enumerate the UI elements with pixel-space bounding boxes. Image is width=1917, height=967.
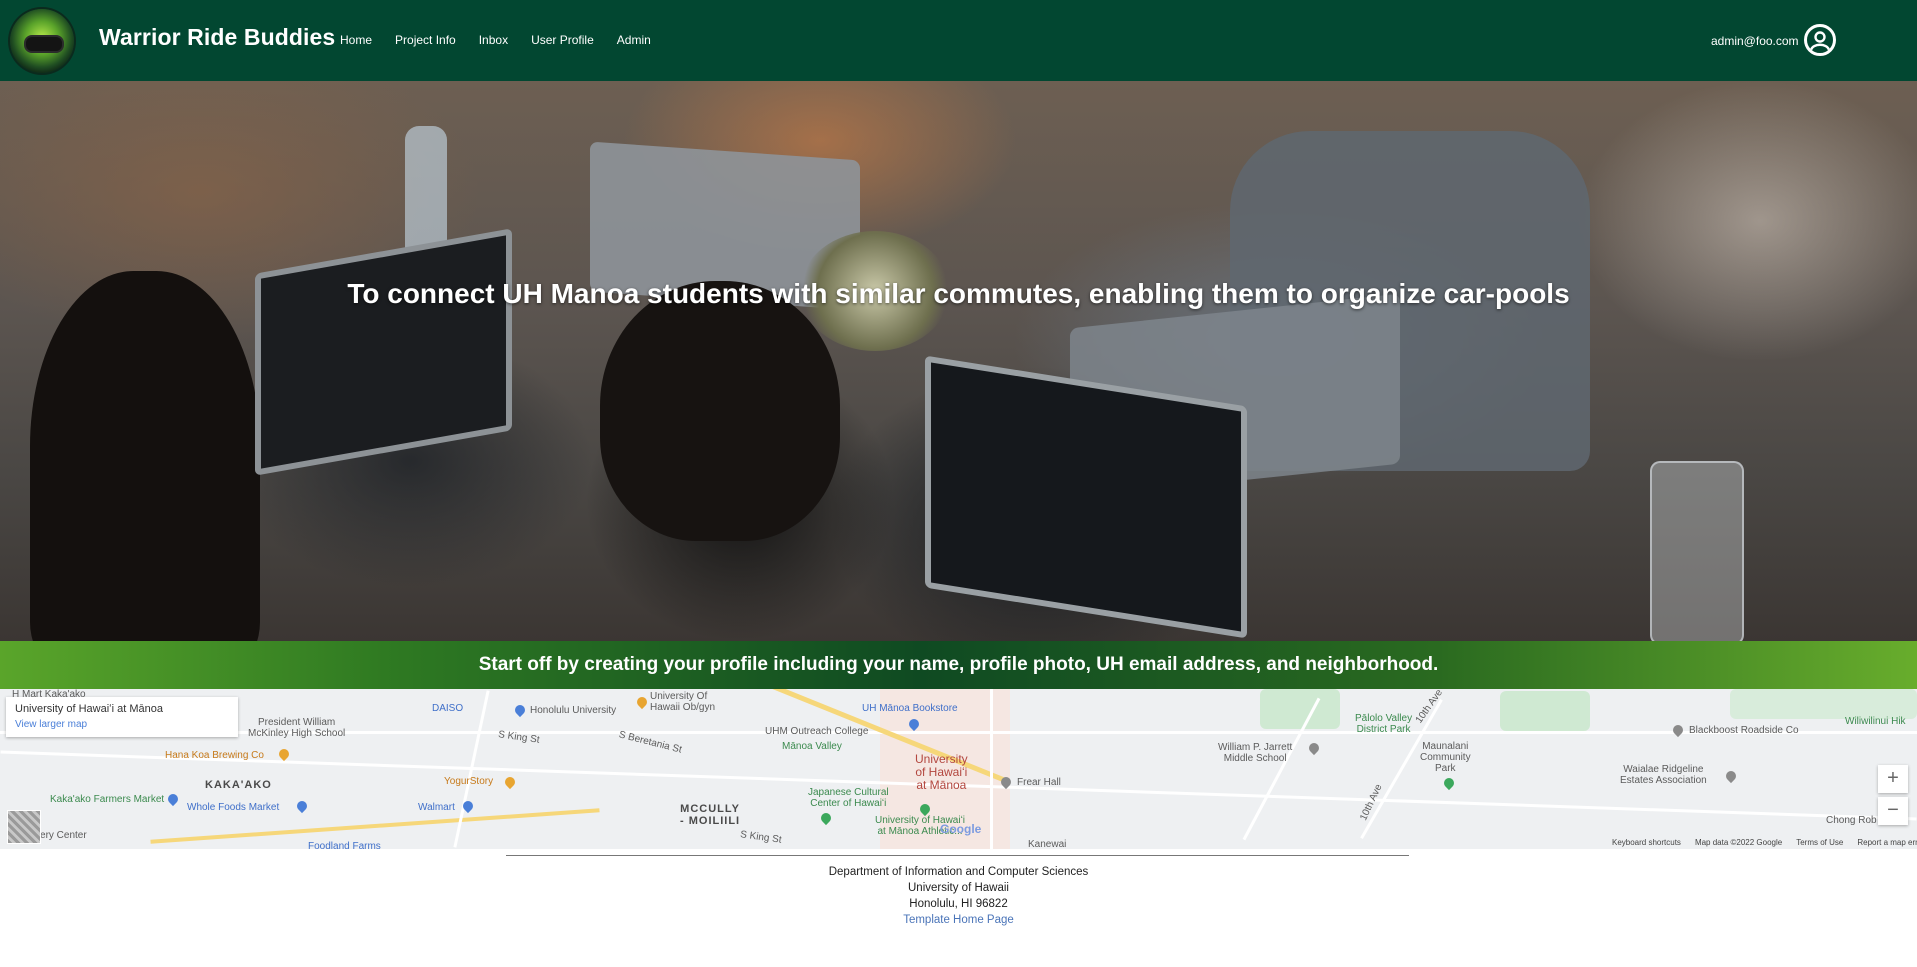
- map-label-poi: President William McKinley High School: [248, 717, 346, 739]
- embedded-map[interactable]: University of Hawaiʻi at Mānoa MCCULLY -…: [0, 689, 1917, 849]
- brand-title[interactable]: Warrior Ride Buddies: [99, 24, 335, 51]
- map-pin-icon[interactable]: [294, 798, 310, 814]
- map-label-poi: Whole Foods Market: [187, 802, 280, 813]
- hero-mission-statement: To connect UH Manoa students with simila…: [347, 278, 1570, 309]
- map-pin-icon[interactable]: [1441, 775, 1457, 791]
- map-label-poi: University Of Hawaii Ob/gyn: [650, 691, 716, 713]
- map-label-poi: Blackboost Roadside Co: [1689, 725, 1799, 736]
- map-freeway: [150, 808, 600, 844]
- map-label-poi: Hana Koa Brewing Co: [165, 750, 264, 761]
- google-logo: Google: [940, 822, 982, 836]
- map-label-neighborhood: MCCULLY - MOILIILI: [680, 803, 741, 827]
- template-home-page-link[interactable]: Template Home Page: [903, 914, 1014, 926]
- top-navbar: Warrior Ride Buddies Home Project Info I…: [0, 0, 1917, 81]
- map-pin-icon[interactable]: [818, 810, 834, 826]
- map-label-poi: UHM Outreach College: [765, 726, 869, 737]
- map-label-poi: Maunalani Community Park: [1420, 741, 1471, 774]
- map-pin-icon[interactable]: [1723, 768, 1739, 784]
- hero-photo-person: [600, 281, 840, 541]
- keyboard-shortcuts-link[interactable]: Keyboard shortcuts: [1612, 838, 1681, 847]
- view-larger-map-link[interactable]: View larger map: [15, 719, 87, 730]
- map-zoom-in-button[interactable]: +: [1878, 765, 1908, 793]
- getting-started-banner: Start off by creating your profile inclu…: [0, 641, 1917, 689]
- map-label-poi: William P. Jarrett Middle School: [1218, 742, 1293, 764]
- page-footer: Department of Information and Computer S…: [0, 864, 1917, 928]
- map-label-university: University of Hawaiʻi at Mānoa: [915, 752, 968, 792]
- hero-photo-person: [30, 271, 260, 641]
- map-label-poi: Frear Hall: [1017, 777, 1061, 788]
- map-label-poi: DAISO: [432, 703, 464, 714]
- footer-department: Department of Information and Computer S…: [828, 866, 1089, 878]
- map-place-title: University of Hawaiʻi at Mānoa: [15, 703, 163, 715]
- map-park-area: [1730, 689, 1917, 719]
- footer-address: Honolulu, HI 96822: [909, 898, 1008, 910]
- map-label-poi: Chong Rob: [1826, 815, 1877, 826]
- map-label-poi: Walmart: [418, 802, 455, 813]
- hero-photo-laptop: [925, 355, 1247, 639]
- map-pin-icon[interactable]: [165, 791, 181, 807]
- map-road: [990, 689, 993, 849]
- map-label-poi: Japanese Cultural Center of Hawaiʻi: [808, 787, 889, 809]
- map-zoom-out-button[interactable]: −: [1878, 797, 1908, 825]
- hero-photo-glass: [1650, 461, 1744, 641]
- map-label-poi: UH Mānoa Bookstore: [862, 703, 958, 714]
- map-pin-icon[interactable]: [1670, 722, 1686, 738]
- map-label-poi: Pālolo Valley District Park: [1355, 713, 1413, 735]
- map-pin-icon[interactable]: [502, 774, 518, 790]
- map-label-poi: Foodland Farms: [308, 841, 381, 849]
- terms-of-use-link[interactable]: Terms of Use: [1796, 838, 1843, 847]
- footer-university: University of Hawaii: [908, 882, 1009, 894]
- map-label-poi: Waialae Ridgeline Estates Association: [1620, 764, 1707, 786]
- nav-admin-link[interactable]: Admin: [617, 33, 651, 47]
- map-park-area: [1260, 689, 1340, 729]
- nav-user-profile-link[interactable]: User Profile: [531, 33, 594, 47]
- nav-project-info-link[interactable]: Project Info: [395, 33, 456, 47]
- banner-text: Start off by creating your profile inclu…: [478, 654, 1439, 675]
- map-pin-icon[interactable]: [1306, 740, 1322, 756]
- map-label-poi: Kaka'ako Farmers Market: [50, 794, 165, 805]
- footer-divider: [506, 855, 1409, 856]
- map-label-street: S King St: [739, 829, 783, 846]
- map-pin-icon[interactable]: [276, 746, 292, 762]
- hero-photo-laptop: [255, 228, 512, 476]
- user-circle-icon[interactable]: [1804, 24, 1836, 56]
- map-data-attribution: Map data ©2022 Google: [1694, 838, 1783, 847]
- map-satellite-toggle-icon[interactable]: [7, 810, 41, 844]
- nav-links: Home Project Info Inbox User Profile Adm…: [340, 33, 674, 47]
- map-pin-icon[interactable]: [512, 702, 528, 718]
- map-attribution: Keyboard shortcuts Map data ©2022 Google…: [1612, 838, 1917, 847]
- map-label-poi: Kanewai: [1028, 839, 1067, 849]
- map-label-poi: Wiliwilinui Hik: [1845, 716, 1906, 727]
- nav-home-link[interactable]: Home: [340, 33, 372, 47]
- map-pin-icon[interactable]: [634, 694, 650, 710]
- hero-section: To connect UH Manoa students with simila…: [0, 81, 1917, 641]
- map-label-poi: Mānoa Valley: [782, 741, 842, 752]
- map-label-neighborhood: KAKA'AKO: [205, 779, 272, 791]
- map-place-card: University of Hawaiʻi at Mānoa View larg…: [6, 697, 238, 737]
- report-map-error-link[interactable]: Report a map error: [1857, 838, 1917, 847]
- map-park-area: [1500, 691, 1590, 731]
- car-steering-wheel-logo-icon[interactable]: [10, 9, 74, 73]
- user-email[interactable]: admin@foo.com: [1711, 34, 1799, 48]
- map-label-poi: YogurStory: [444, 776, 494, 787]
- nav-inbox-link[interactable]: Inbox: [479, 33, 508, 47]
- map-label-poi: Honolulu University: [530, 705, 617, 716]
